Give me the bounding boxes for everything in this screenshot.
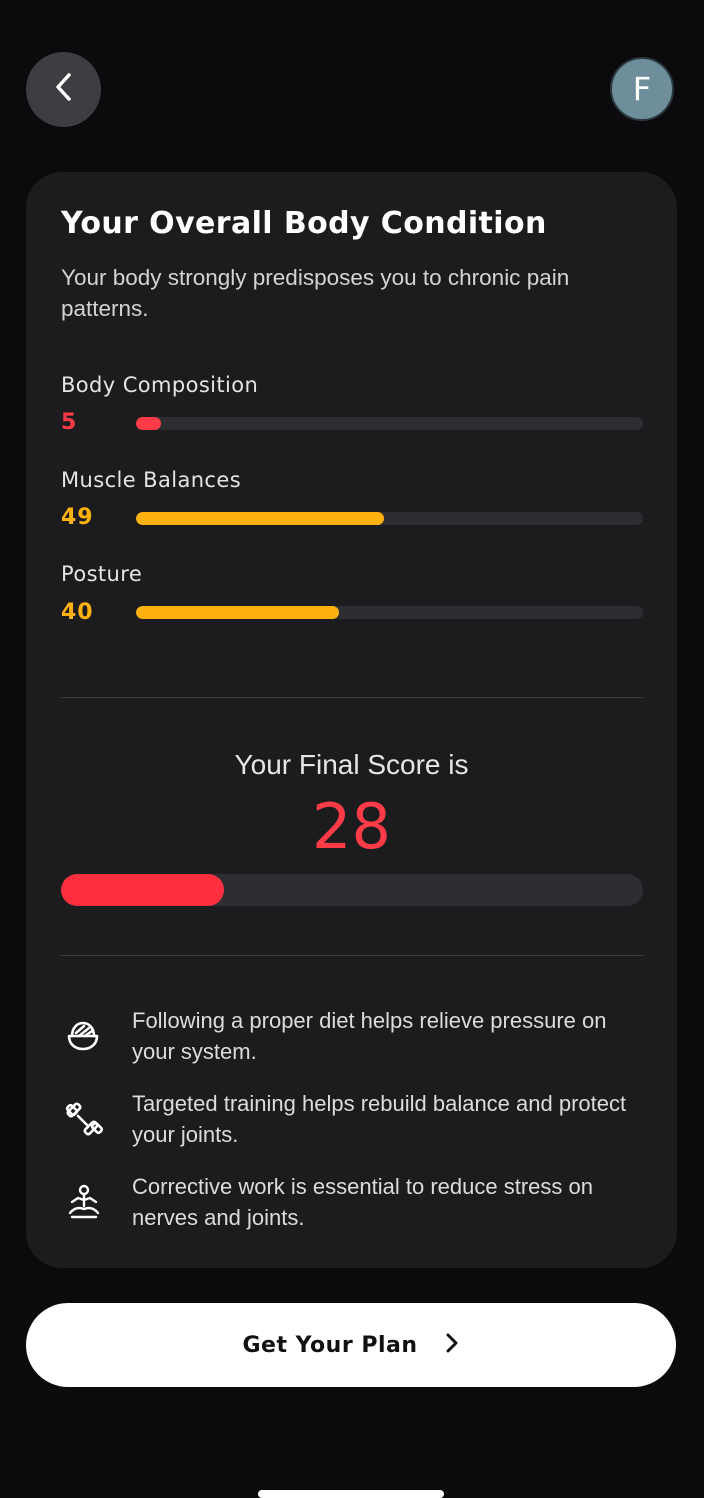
food-bowl-icon [61, 1005, 132, 1067]
tip-item-diet: Following a proper diet helps relieve pr… [61, 1005, 643, 1067]
final-score-label: Your Final Score is [234, 749, 469, 780]
metric-label-posture: Posture [61, 562, 143, 586]
avatar-initial: F [632, 70, 652, 108]
get-plan-button[interactable]: Get Your Plan [26, 1303, 676, 1387]
meditation-icon [61, 1171, 132, 1233]
tip-text: Targeted training helps rebuild balance … [132, 1091, 627, 1147]
progress-bar-posture [136, 606, 643, 619]
progress-bar-muscle-balances [136, 512, 643, 525]
divider [61, 697, 643, 698]
progress-fill-body-composition [136, 417, 162, 430]
get-plan-button-label: Get Your Plan [242, 1332, 418, 1358]
back-button[interactable] [26, 52, 101, 127]
metric-value-posture: 40 [61, 600, 94, 625]
body-condition-card: Your Overall Body Condition Your body st… [26, 172, 677, 1268]
progress-fill-posture [136, 606, 339, 619]
metric-label-muscle-balances: Muscle Balances [61, 468, 242, 492]
dumbbell-icon [61, 1088, 132, 1150]
final-score-value: 28 [312, 790, 391, 863]
final-score-fill [61, 874, 224, 906]
final-score-bar [61, 874, 643, 906]
home-indicator [258, 1490, 444, 1498]
card-subtitle: Your body strongly predisposes you to ch… [61, 265, 570, 321]
avatar[interactable]: F [610, 57, 674, 121]
chevron-left-icon [52, 72, 76, 107]
divider [61, 955, 643, 956]
metric-label-body-composition: Body Composition [61, 373, 259, 397]
metric-value-muscle-balances: 49 [61, 505, 94, 530]
progress-bar-body-composition [136, 417, 643, 430]
tip-item-corrective: Corrective work is essential to reduce s… [61, 1171, 643, 1233]
chevron-right-icon [444, 1332, 460, 1359]
tip-item-training: Targeted training helps rebuild balance … [61, 1088, 643, 1150]
metric-value-body-composition: 5 [61, 410, 78, 435]
tip-text: Following a proper diet helps relieve pr… [132, 1008, 607, 1064]
progress-fill-muscle-balances [136, 512, 385, 525]
card-title: Your Overall Body Condition [61, 206, 547, 241]
tip-text: Corrective work is essential to reduce s… [132, 1174, 593, 1230]
